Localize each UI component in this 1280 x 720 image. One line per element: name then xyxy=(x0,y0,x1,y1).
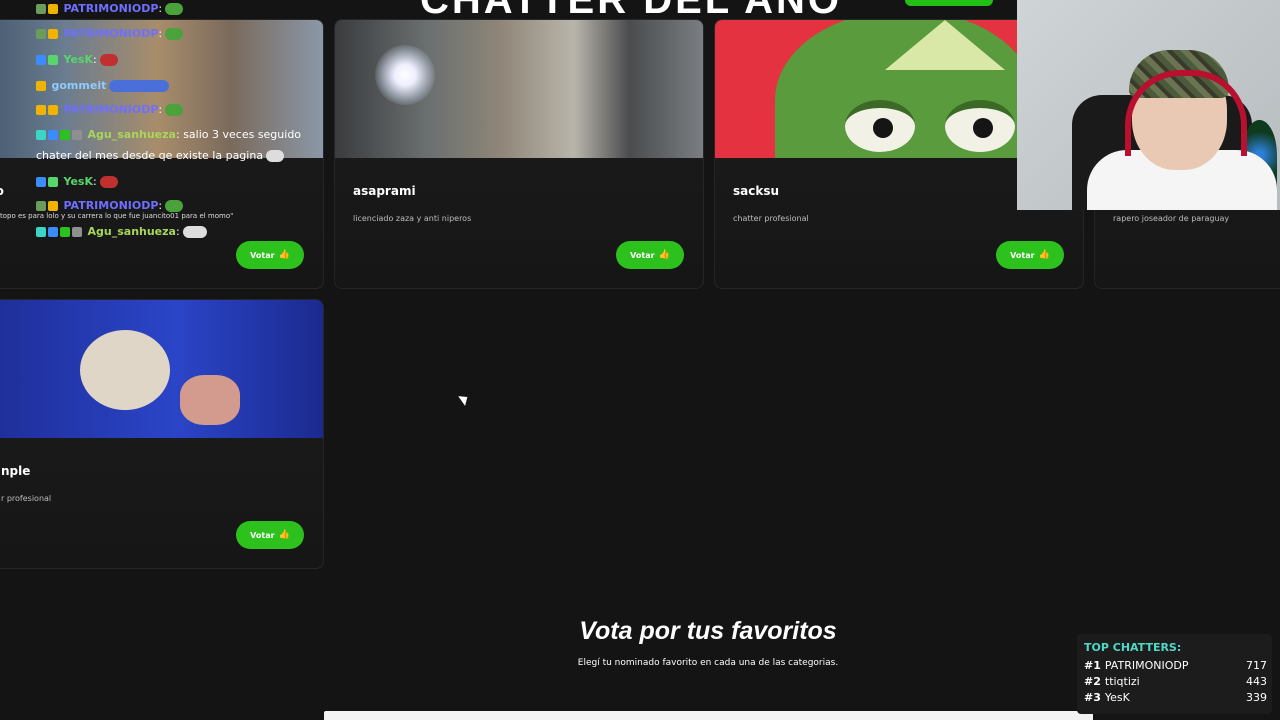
thumbs-up-icon: 👍 xyxy=(278,250,290,260)
chat-message-small: topo es para lolo y su carrera lo que fu… xyxy=(0,212,234,220)
next-section-edge xyxy=(324,711,1093,720)
chat-message-continued: chater del mes desde qe existe la pagina xyxy=(36,149,285,162)
emote-icon xyxy=(109,80,170,92)
nominee-name: asaprami xyxy=(353,184,416,198)
chat-message: PATRIMONIODP: xyxy=(36,27,184,40)
vote-label: Votar xyxy=(250,530,275,540)
thumbs-up-icon: 👍 xyxy=(1038,250,1050,260)
nominee-description: rapero joseador de paraguay xyxy=(1113,214,1230,223)
christmas-emote-icon xyxy=(99,54,118,66)
pepe-emote-icon xyxy=(165,28,184,40)
vote-label: Votar xyxy=(1010,250,1035,260)
vote-button[interactable]: Votar 👍 xyxy=(616,241,684,269)
chat-message: Agu_sanhueza: salio 3 veces seguido xyxy=(36,128,301,141)
nominee-name: sacksu xyxy=(733,184,780,198)
nominee-name: nple xyxy=(1,464,31,478)
chat-message: YesK: xyxy=(36,175,118,188)
vote-label: Votar xyxy=(250,250,275,260)
chat-message: PATRIMONIODP: xyxy=(36,199,184,212)
chat-message: Agu_sanhueza: xyxy=(36,225,207,238)
mouse-pointer-icon xyxy=(458,392,471,406)
chat-message: PATRIMONIODP: xyxy=(36,2,184,15)
top-chatter-row: #3 YesK 339 xyxy=(1084,691,1267,704)
emote-icon xyxy=(182,226,207,238)
nominee-description: chatter profesional xyxy=(733,214,809,223)
christmas-emote-icon xyxy=(99,176,118,188)
pepe-emote-icon xyxy=(165,104,184,116)
top-chatter-row: #1 PATRIMONIODP 717 xyxy=(1084,659,1267,672)
nominee-description: r profesional xyxy=(1,494,52,503)
vote-button[interactable]: Votar 👍 xyxy=(996,241,1064,269)
emote-icon xyxy=(266,150,285,162)
top-chatters-widget: TOP CHATTERS: #1 PATRIMONIODP 717 #2 ttiqt… xyxy=(1077,634,1272,714)
thumbs-up-icon: 👍 xyxy=(658,250,670,260)
pepe-emote-icon xyxy=(165,3,184,15)
nominee-card: nple r profesional Votar 👍 xyxy=(0,299,324,569)
vote-label: Votar xyxy=(630,250,655,260)
stream-chat-overlay: PATRIMONIODP: PATRIMONIODP: YesK: gommei… xyxy=(0,0,330,250)
vote-button[interactable]: Votar 👍 xyxy=(236,521,304,549)
nominee-description: licenciado zaza y anti niperos xyxy=(353,214,472,223)
nominee-thumbnail xyxy=(0,300,323,438)
nominee-thumbnail xyxy=(335,20,703,158)
top-chatter-row: #2 ttiqtizi 443 xyxy=(1084,675,1267,688)
chat-message: YesK: xyxy=(36,53,118,66)
thumbs-up-icon: 👍 xyxy=(278,530,290,540)
pepe-emote-icon xyxy=(165,200,184,212)
banner-button[interactable] xyxy=(905,0,993,6)
chat-message: PATRIMONIODP: xyxy=(36,103,184,116)
nominee-card: asaprami licenciado zaza y anti niperos … xyxy=(334,19,704,289)
top-chatters-title: TOP CHATTERS: xyxy=(1084,641,1182,654)
streamer-webcam xyxy=(1017,0,1280,210)
chat-message: gommeit xyxy=(36,79,170,92)
